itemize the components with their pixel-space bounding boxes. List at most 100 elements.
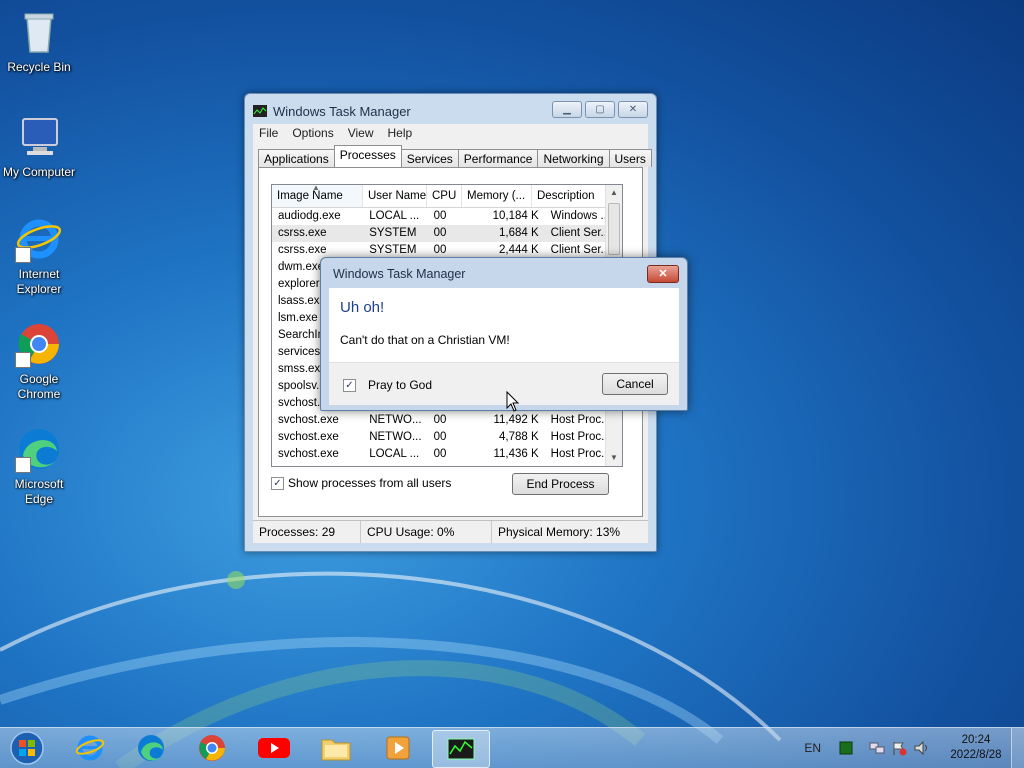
pray-checkbox[interactable]: ✓ [343,378,356,392]
taskbar-youtube[interactable] [246,730,302,766]
computer-icon [15,113,63,161]
column-memory[interactable]: Memory (... [462,185,532,207]
table-cell-user: LOCAL ... [369,210,420,222]
table-cell-cpu: 00 [433,431,447,443]
minimize-button[interactable]: ▁ [552,101,582,118]
error-dialog[interactable]: Windows Task Manager ✕ Uh oh! Can't do t… [320,257,688,411]
task-manager-tray-icon[interactable] [839,741,853,755]
maximize-button[interactable]: ▢ [585,101,615,118]
menu-options[interactable]: Options [292,126,333,140]
action-center-flag-icon[interactable] [891,740,907,756]
table-cell-image: csrss.exe [278,227,327,239]
table-row[interactable]: svchost.exe NETWO... 00 4,788 K Host Proc... [272,429,622,446]
column-description[interactable]: Description [532,185,608,207]
table-cell-user: NETWO... [369,414,422,426]
close-icon: ✕ [628,104,638,115]
table-row[interactable]: svchost.exe NETWO... 00 11,492 K Host Proc..… [272,412,622,429]
shortcut-arrow-icon [15,352,31,368]
chrome-icon [199,735,225,761]
show-all-label: Show processes from all users [288,476,452,490]
desktop-icon-google-chrome[interactable]: Google Chrome [0,320,78,402]
scroll-thumb[interactable] [608,203,620,255]
table-row[interactable]: svchost.exe LOCAL ... 00 11,436 K Host Proc.… [272,446,622,463]
dialog-close-button[interactable]: ✕ [647,265,679,283]
youtube-icon [258,738,290,758]
table-cell-image: svchost.exe [278,414,339,426]
menu-bar: File Options View Help [253,124,648,142]
desktop-icon-microsoft-edge[interactable]: Microsoft Edge [0,425,78,507]
clock-date: 2022/8/28 [950,749,1002,761]
start-button[interactable] [0,730,54,766]
language-indicator[interactable]: EN [804,741,821,755]
desktop-icon-my-computer[interactable]: My Computer [0,113,78,180]
table-cell-mem: 1,684 K [499,227,539,239]
show-desktop-button[interactable] [1011,728,1024,768]
tab-performance[interactable]: Performance [457,149,539,167]
table-cell-cpu: 00 [433,227,447,239]
volume-icon[interactable] [913,740,931,756]
dialog-heading: Uh oh! [340,299,385,316]
desktop-icon-label: Google Chrome [17,372,61,401]
table-row[interactable]: csrss.exe SYSTEM 00 1,684 K Client Ser... [272,225,622,242]
clock-time: 20:24 [961,734,991,746]
scroll-down-icon[interactable]: ▼ [606,450,622,466]
table-cell-user: SYSTEM [369,227,417,239]
tab-users[interactable]: Users [608,149,652,167]
show-all-processes[interactable]: ✓ Show processes from all users [271,476,451,490]
minimize-icon: ▁ [563,104,571,115]
column-cpu[interactable]: CPU [427,185,462,207]
table-cell-mem: 10,184 K [492,210,539,222]
column-image-name[interactable]: ▲ Image Name [272,185,363,207]
pray-label: Pray to God [368,378,433,392]
table-cell-mem: 11,492 K [493,414,539,426]
cancel-button[interactable]: Cancel [602,373,668,395]
close-button[interactable]: ✕ [618,101,648,118]
tab-applications[interactable]: Applications [258,149,335,167]
sort-arrow-icon: ▲ [312,185,320,192]
scroll-up-icon[interactable]: ▲ [606,185,622,201]
desktop-icon-recycle-bin[interactable]: Recycle Bin [0,8,78,75]
desktop-icon-internet-explorer[interactable]: Internet Explorer [0,215,78,297]
dialog-title: Windows Task Manager [333,267,466,281]
taskbar-google-chrome[interactable] [184,730,240,766]
show-all-checkbox[interactable]: ✓ [271,476,284,490]
folder-icon [321,739,351,761]
menu-file[interactable]: File [259,126,278,140]
desktop-icon-label: Internet Explorer [16,267,62,296]
taskbar-task-manager[interactable] [432,730,490,768]
windows-start-orb-icon [10,731,44,765]
taskbar-internet-explorer[interactable] [62,730,118,766]
network-icon[interactable] [869,741,885,755]
window-title-bar[interactable]: Windows Task Manager [253,102,411,120]
taskbar-microsoft-edge[interactable] [123,730,179,766]
dialog-message: Can't do that on a Christian VM! [340,333,510,347]
task-manager-icon [253,105,267,117]
system-tray: EN 20:24 2022/8/28 [804,728,1024,768]
menu-view[interactable]: View [348,126,374,140]
shortcut-arrow-icon [15,247,31,263]
tab-networking[interactable]: Networking [537,149,610,167]
tab-services[interactable]: Services [400,149,459,167]
clock[interactable]: 20:24 2022/8/28 [941,733,1011,763]
pray-option[interactable]: ✓ Pray to God [343,378,432,392]
dialog-content: Uh oh! Can't do that on a Christian VM! [329,288,679,362]
taskbar-file-explorer[interactable] [308,730,364,766]
status-bar: Processes: 29 CPU Usage: 0% Physical Mem… [253,520,648,543]
table-cell-user: NETWO... [369,431,422,443]
taskbar-media-player[interactable] [370,730,426,766]
table-cell-cpu: 00 [433,414,447,426]
table-cell-cpu: 00 [433,448,447,460]
internet-explorer-icon [15,215,63,263]
table-row[interactable]: audiodg.exe LOCAL ... 00 10,184 K Windows ..… [272,208,622,225]
menu-help[interactable]: Help [388,126,413,140]
chrome-icon [15,320,63,368]
column-user-name[interactable]: User Name [363,185,427,207]
mouse-cursor-icon [506,391,520,412]
desktop-icon-label: My Computer [2,165,76,179]
tab-processes[interactable]: Processes [333,145,402,167]
end-process-button[interactable]: End Process [512,473,609,495]
media-player-icon [386,736,410,760]
table-cell-image: svchost.exe [278,431,339,443]
table-cell-image: audiodg.exe [278,210,341,222]
table-cell-mem: 11,436 K [493,448,539,460]
